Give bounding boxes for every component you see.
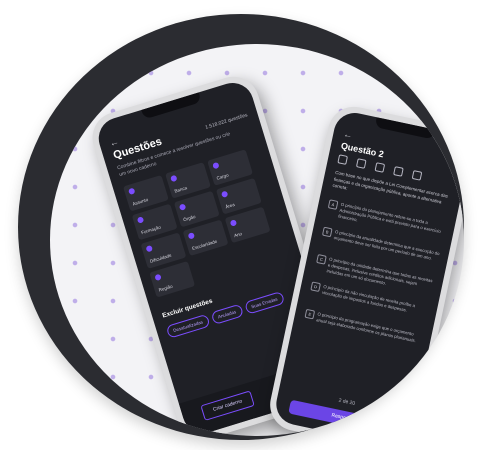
option-letter: C: [316, 254, 327, 265]
filter-icon: [212, 161, 220, 170]
filter-icon: [178, 203, 187, 211]
option-letter: A: [327, 199, 339, 210]
filter-tile-ano[interactable]: Ano: [224, 206, 271, 244]
create-notebook-button[interactable]: Criar caderno: [200, 390, 256, 421]
answer-button[interactable]: Responder: [288, 399, 399, 436]
filter-label: Órgão: [182, 213, 197, 223]
chip-suas-erradas[interactable]: Suas Erradas: [243, 290, 286, 315]
answer-options: AO princípio do planejamento refere-se a…: [301, 199, 447, 361]
filter-icon: [127, 187, 136, 196]
filter-icon: [145, 244, 154, 253]
back-arrow-icon[interactable]: ←: [343, 129, 354, 141]
comment-icon[interactable]: [393, 166, 404, 177]
filter-icon: [220, 190, 229, 199]
filter-icon[interactable]: [355, 158, 367, 169]
stats-icon[interactable]: [411, 170, 423, 181]
filter-icon: [170, 174, 178, 183]
filter-label: Área: [224, 201, 236, 210]
filter-label: Cargo: [215, 172, 230, 181]
back-arrow-icon[interactable]: ←: [108, 136, 120, 148]
filter-label: Banca: [173, 185, 188, 194]
filter-icon: [136, 216, 145, 224]
option-letter: D: [310, 281, 321, 293]
exclude-chips: Desatualizadas Anuladas Suas Erradas: [165, 290, 286, 339]
pen-icon[interactable]: [374, 162, 386, 173]
circular-badge-frame: ← Questões 1.518.022 questões Combine fi…: [18, 14, 464, 440]
filter-tile-escolaridade[interactable]: Escolaridade: [182, 219, 229, 257]
filter-label: Dificuldade: [149, 252, 173, 264]
filter-icon: [229, 219, 238, 227]
chip-desatualizadas[interactable]: Desatualizadas: [165, 313, 211, 339]
option-letter: B: [321, 226, 333, 238]
filter-label: Assunto: [131, 196, 149, 207]
filter-tile-regiao[interactable]: Região: [149, 261, 196, 298]
filter-icon: [187, 232, 196, 240]
bookmark-icon[interactable]: [337, 154, 349, 165]
filter-label: Ano: [233, 231, 243, 239]
badge-image-area: ← Questões 1.518.022 questões Combine fi…: [50, 44, 464, 436]
option-letter: E: [304, 308, 316, 320]
filter-label: Região: [158, 283, 174, 293]
chip-anuladas[interactable]: Anuladas: [210, 303, 244, 326]
filter-label: Formação: [140, 224, 162, 236]
questions-count: 1.518.022 questões: [204, 112, 249, 131]
filter-icon: [154, 273, 162, 282]
filter-label: Escolaridade: [191, 238, 218, 252]
